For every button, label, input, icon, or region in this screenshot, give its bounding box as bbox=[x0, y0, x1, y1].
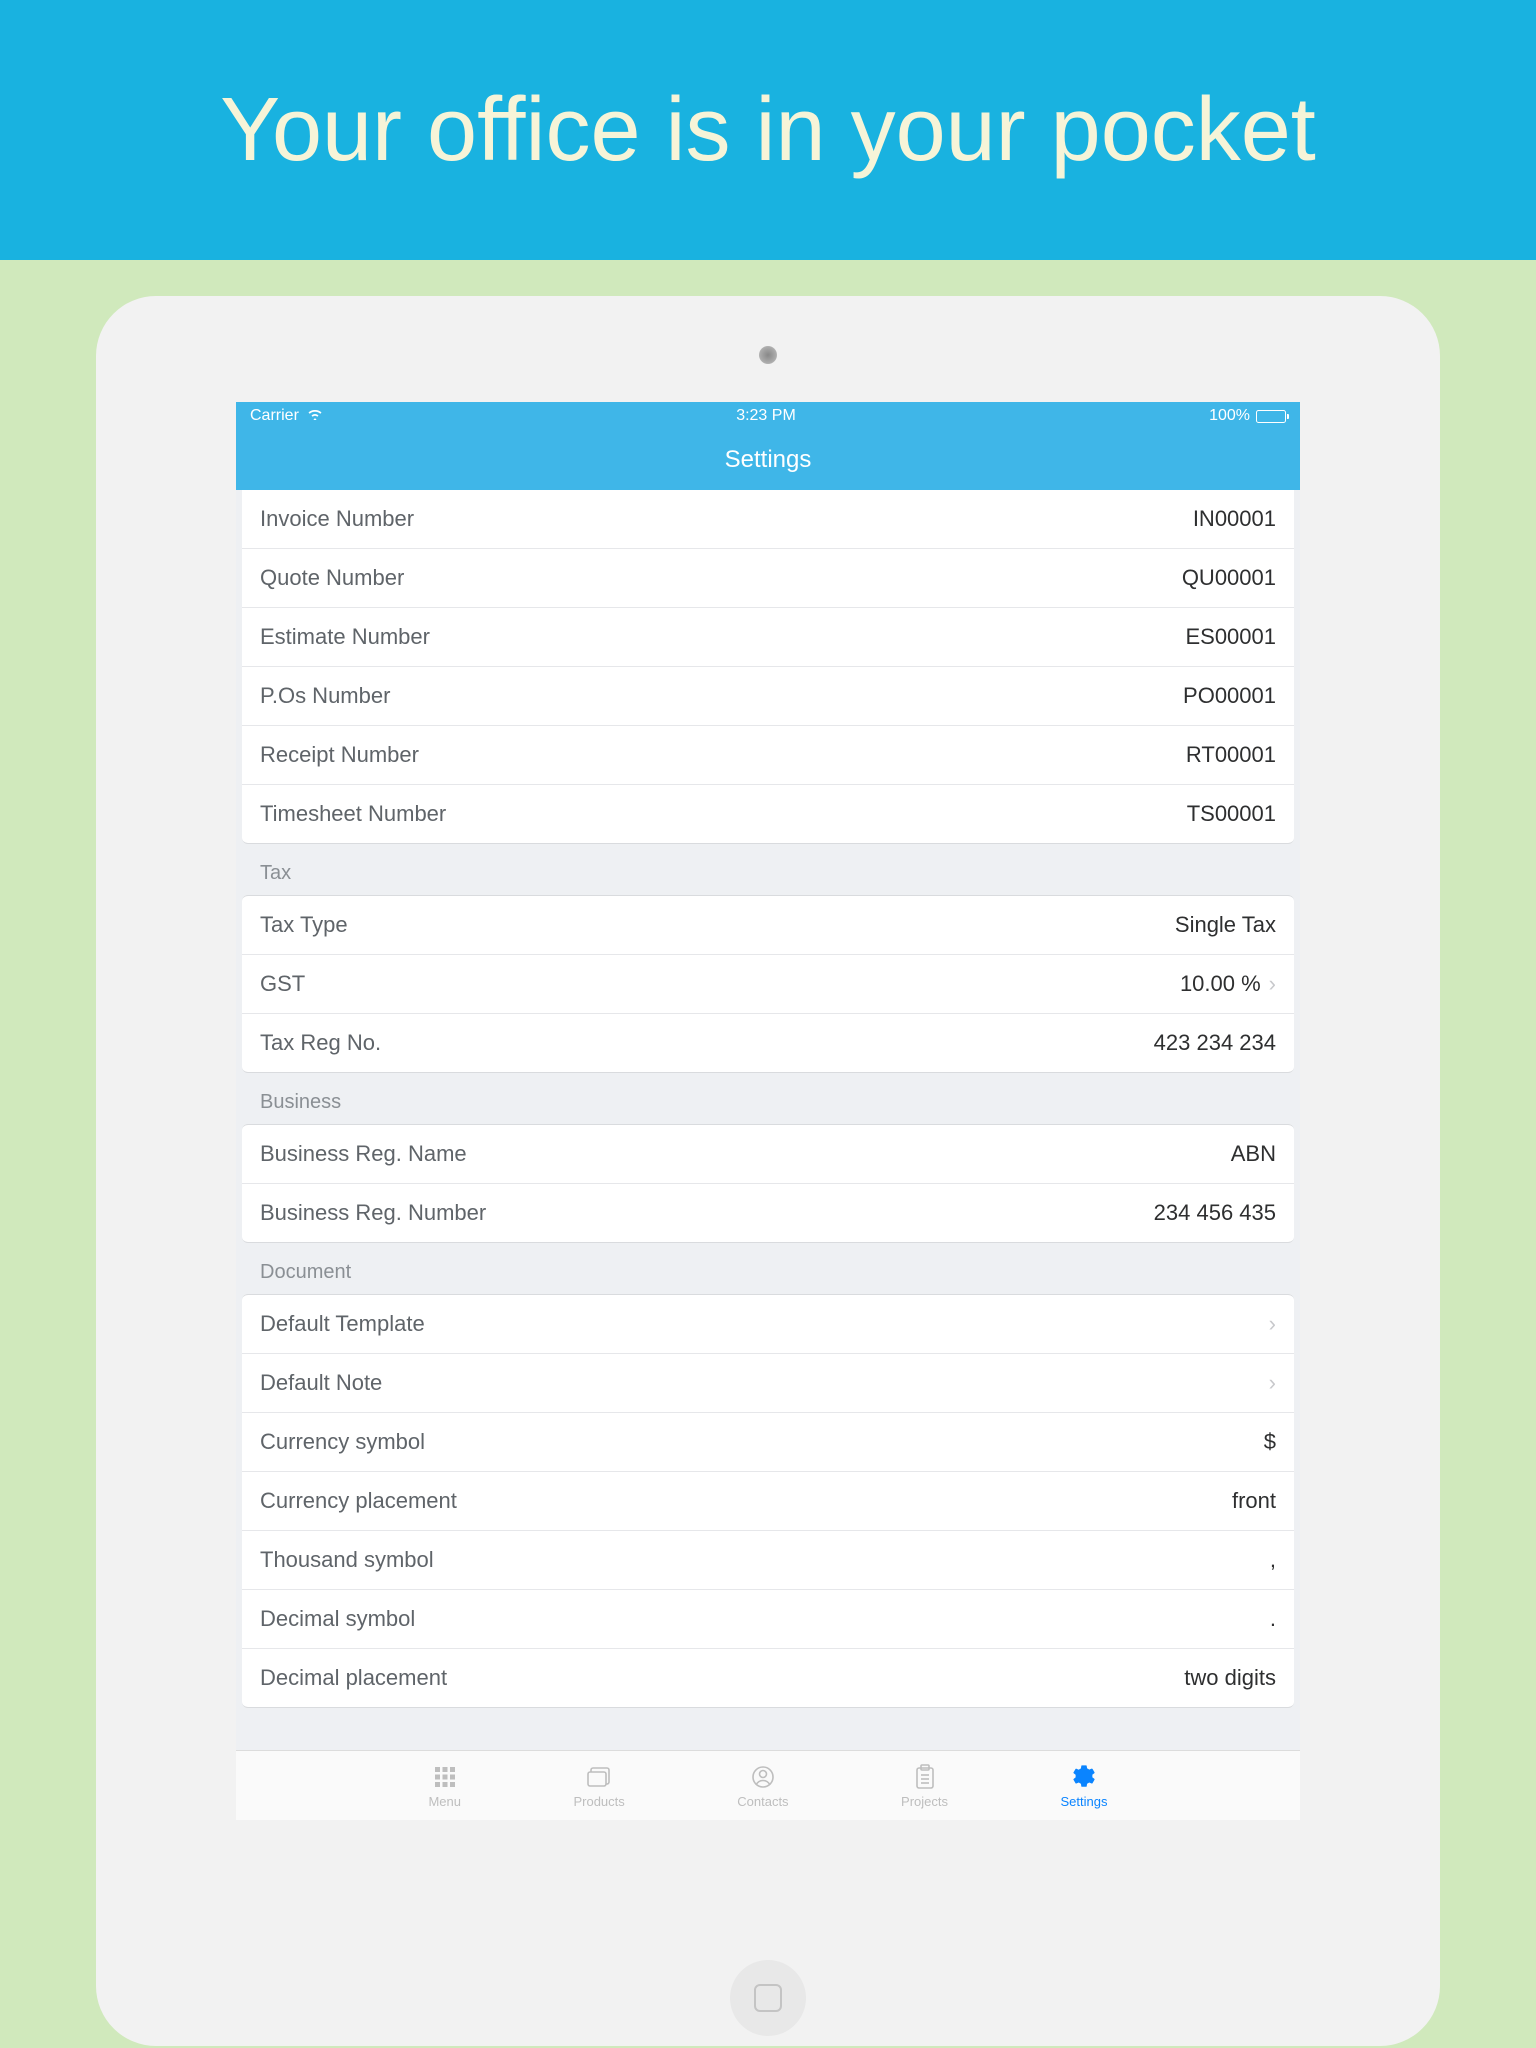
tab-settings[interactable]: Settings bbox=[1060, 1762, 1107, 1809]
tab-products[interactable]: Products bbox=[573, 1762, 624, 1809]
tab-label: Contacts bbox=[737, 1794, 788, 1809]
row-value: ABN bbox=[1231, 1141, 1276, 1167]
tab-projects[interactable]: Projects bbox=[901, 1762, 948, 1809]
chevron-right-icon: › bbox=[1269, 1311, 1276, 1337]
row-value: , bbox=[1270, 1547, 1276, 1573]
row-label: Decimal placement bbox=[260, 1665, 447, 1691]
row-invoice-number[interactable]: Invoice Number IN00001 bbox=[242, 490, 1294, 549]
row-thousand-symbol[interactable]: Thousand symbol , bbox=[242, 1531, 1294, 1590]
row-value: 10.00 % › bbox=[1180, 971, 1276, 997]
row-default-template[interactable]: Default Template › bbox=[242, 1295, 1294, 1354]
row-gst[interactable]: GST 10.00 % › bbox=[242, 955, 1294, 1014]
clipboard-icon bbox=[910, 1762, 940, 1792]
row-value: › bbox=[1261, 1370, 1276, 1396]
row-label: Decimal symbol bbox=[260, 1606, 415, 1632]
row-value: . bbox=[1270, 1606, 1276, 1632]
tab-label: Projects bbox=[901, 1794, 948, 1809]
document-section: Default Template › Default Note › Curren… bbox=[242, 1294, 1294, 1708]
promo-banner: Your office is in your pocket bbox=[0, 0, 1536, 260]
status-bar: Carrier 3:23 PM 100% bbox=[236, 402, 1300, 430]
page-title: Settings bbox=[725, 446, 812, 474]
row-currency-symbol[interactable]: Currency symbol $ bbox=[242, 1413, 1294, 1472]
row-label: Business Reg. Name bbox=[260, 1141, 467, 1167]
row-business-reg-number[interactable]: Business Reg. Number 234 456 435 bbox=[242, 1184, 1294, 1242]
row-label: Quote Number bbox=[260, 565, 404, 591]
chevron-right-icon: › bbox=[1269, 1370, 1276, 1396]
battery-percent: 100% bbox=[1209, 407, 1250, 425]
row-receipt-number[interactable]: Receipt Number RT00001 bbox=[242, 726, 1294, 785]
row-value: › bbox=[1261, 1311, 1276, 1337]
row-value: Single Tax bbox=[1175, 912, 1276, 938]
row-label: Receipt Number bbox=[260, 742, 419, 768]
row-label: Currency symbol bbox=[260, 1429, 425, 1455]
row-default-note[interactable]: Default Note › bbox=[242, 1354, 1294, 1413]
section-header-document: Document bbox=[236, 1243, 1300, 1294]
row-label: Estimate Number bbox=[260, 624, 430, 650]
tab-label: Menu bbox=[428, 1794, 461, 1809]
wifi-icon bbox=[307, 407, 323, 425]
tab-menu[interactable]: Menu bbox=[428, 1762, 461, 1809]
row-label: Invoice Number bbox=[260, 506, 414, 532]
row-label: Default Note bbox=[260, 1370, 382, 1396]
tab-label: Products bbox=[573, 1794, 624, 1809]
row-label: Currency placement bbox=[260, 1488, 457, 1514]
row-value: two digits bbox=[1184, 1665, 1276, 1691]
banner-text: Your office is in your pocket bbox=[220, 79, 1316, 182]
row-label: Thousand symbol bbox=[260, 1547, 434, 1573]
row-decimal-symbol[interactable]: Decimal symbol . bbox=[242, 1590, 1294, 1649]
settings-list[interactable]: Invoice Number IN00001 Quote Number QU00… bbox=[236, 490, 1300, 1750]
person-icon bbox=[748, 1762, 778, 1792]
row-estimate-number[interactable]: Estimate Number ES00001 bbox=[242, 608, 1294, 667]
camera-icon bbox=[759, 346, 777, 364]
row-value: RT00001 bbox=[1186, 742, 1276, 768]
battery-icon bbox=[1256, 410, 1286, 423]
tab-contacts[interactable]: Contacts bbox=[737, 1762, 788, 1809]
home-button[interactable] bbox=[730, 1960, 806, 2036]
tab-label: Settings bbox=[1060, 1794, 1107, 1809]
row-value: ES00001 bbox=[1185, 624, 1276, 650]
row-value: PO00001 bbox=[1183, 683, 1276, 709]
row-value: 423 234 234 bbox=[1154, 1030, 1276, 1056]
row-value: QU00001 bbox=[1182, 565, 1276, 591]
row-pos-number[interactable]: P.Os Number PO00001 bbox=[242, 667, 1294, 726]
row-tax-reg-no[interactable]: Tax Reg No. 423 234 234 bbox=[242, 1014, 1294, 1072]
ipad-frame: Carrier 3:23 PM 100% Settings Invoice Nu… bbox=[96, 296, 1440, 2046]
grid-icon bbox=[430, 1762, 460, 1792]
row-value: IN00001 bbox=[1193, 506, 1276, 532]
row-label: P.Os Number bbox=[260, 683, 390, 709]
tax-section: Tax Type Single Tax GST 10.00 % › Tax Re… bbox=[242, 895, 1294, 1073]
row-value: front bbox=[1232, 1488, 1276, 1514]
numbers-section: Invoice Number IN00001 Quote Number QU00… bbox=[242, 490, 1294, 844]
row-business-reg-name[interactable]: Business Reg. Name ABN bbox=[242, 1125, 1294, 1184]
row-decimal-placement[interactable]: Decimal placement two digits bbox=[242, 1649, 1294, 1707]
tab-bar: Menu Products Contacts Projects bbox=[236, 1750, 1300, 1820]
row-label: Tax Type bbox=[260, 912, 348, 938]
row-label: Tax Reg No. bbox=[260, 1030, 381, 1056]
business-section: Business Reg. Name ABN Business Reg. Num… bbox=[242, 1124, 1294, 1243]
status-time: 3:23 PM bbox=[736, 407, 796, 425]
row-timesheet-number[interactable]: Timesheet Number TS00001 bbox=[242, 785, 1294, 843]
home-square-icon bbox=[754, 1984, 782, 2012]
gear-icon bbox=[1069, 1762, 1099, 1792]
row-label: Business Reg. Number bbox=[260, 1200, 486, 1226]
nav-bar: Settings bbox=[236, 430, 1300, 490]
section-header-business: Business bbox=[236, 1073, 1300, 1124]
section-header-tax: Tax bbox=[236, 844, 1300, 895]
device-screen: Carrier 3:23 PM 100% Settings Invoice Nu… bbox=[236, 402, 1300, 1820]
row-quote-number[interactable]: Quote Number QU00001 bbox=[242, 549, 1294, 608]
row-value: 234 456 435 bbox=[1154, 1200, 1276, 1226]
row-currency-placement[interactable]: Currency placement front bbox=[242, 1472, 1294, 1531]
row-value: TS00001 bbox=[1187, 801, 1276, 827]
row-label: Timesheet Number bbox=[260, 801, 446, 827]
row-value: $ bbox=[1264, 1429, 1276, 1455]
chevron-right-icon: › bbox=[1269, 971, 1276, 997]
row-label: Default Template bbox=[260, 1311, 425, 1337]
row-tax-type[interactable]: Tax Type Single Tax bbox=[242, 896, 1294, 955]
carrier-label: Carrier bbox=[250, 407, 299, 425]
stack-icon bbox=[584, 1762, 614, 1792]
row-label: GST bbox=[260, 971, 305, 997]
